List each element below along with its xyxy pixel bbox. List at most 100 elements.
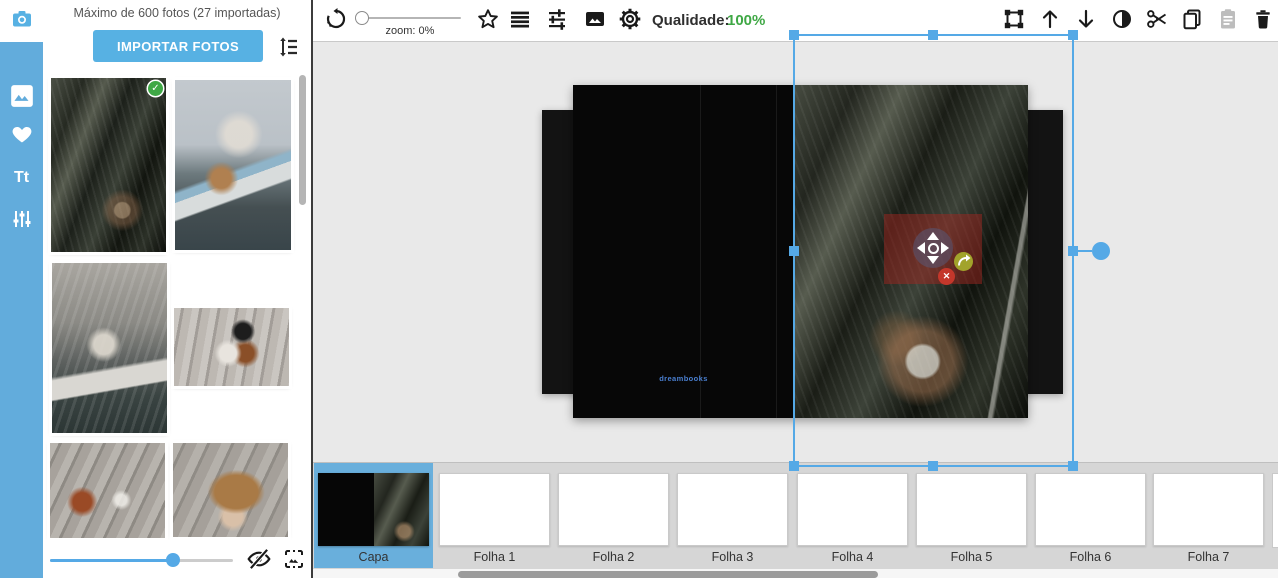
camera-logo-tile[interactable] xyxy=(0,0,43,42)
rotation-handle[interactable] xyxy=(1092,242,1110,260)
rotate-canvas-button[interactable] xyxy=(324,7,348,31)
selection-handle-mid-left[interactable] xyxy=(789,246,799,256)
page-tab-folha-2[interactable]: Folha 2 xyxy=(554,463,673,568)
photo-thumbnail-6[interactable] xyxy=(173,443,288,537)
move-up-arrow[interactable] xyxy=(927,232,939,240)
tune-options-button[interactable] xyxy=(545,7,569,31)
selection-handle-mid-right[interactable] xyxy=(1068,246,1078,256)
move-down-button[interactable] xyxy=(1074,7,1098,31)
sort-photos-button[interactable] xyxy=(277,35,301,59)
page-label: Folha 5 xyxy=(912,550,1031,564)
pages-filmstrip: Capa Folha 1 Folha 2 Folha 3 Folha 4 Fol… xyxy=(313,462,1278,578)
zoom-slider-knob[interactable] xyxy=(355,11,369,25)
quality-value: 100% xyxy=(727,0,765,41)
page-thumbnail xyxy=(439,473,550,546)
sidebar-item-layouts[interactable] xyxy=(0,204,43,238)
eye-off-icon xyxy=(246,559,272,576)
panel-divider xyxy=(311,0,313,578)
photo-thumbnail-3[interactable] xyxy=(52,263,167,433)
page-thumbnail xyxy=(916,473,1027,546)
move-down-arrow[interactable] xyxy=(927,256,939,264)
fold-guide xyxy=(700,85,701,418)
selection-handle-top-mid[interactable] xyxy=(928,30,938,40)
delete-button[interactable] xyxy=(1251,7,1275,31)
page-tab-folha-7[interactable]: Folha 7 xyxy=(1149,463,1268,568)
selection-handle-top-right[interactable] xyxy=(1068,30,1078,40)
page-label: Folha 4 xyxy=(793,550,912,564)
photos-panel: Máximo de 600 fotos (27 importadas) IMPO… xyxy=(43,0,311,578)
move-pad-control[interactable] xyxy=(913,228,953,268)
page-label: Folha 2 xyxy=(554,550,673,564)
zoom-level-label: zoom: 0% xyxy=(358,25,462,37)
page-label: Folha 3 xyxy=(673,550,792,564)
tool-rail: Tt xyxy=(0,42,43,578)
settings-gear-button[interactable] xyxy=(618,7,642,31)
page-tab-folha-5[interactable]: Folha 5 xyxy=(912,463,1031,568)
page-tab-folha-6[interactable]: Folha 6 xyxy=(1031,463,1150,568)
camera-icon xyxy=(10,7,34,36)
photo-thumbnail-1[interactable]: ✓ xyxy=(51,78,166,252)
sort-list-icon xyxy=(277,46,301,63)
move-left-arrow[interactable] xyxy=(917,242,925,254)
sidebar-item-photos[interactable] xyxy=(0,81,43,115)
thumbnail-size-slider-fill xyxy=(50,559,173,562)
thumbnail-size-slider-knob[interactable] xyxy=(166,553,180,567)
selection-handle-bottom-left[interactable] xyxy=(789,461,799,471)
page-label: Folha 7 xyxy=(1149,550,1268,564)
spine-guide xyxy=(776,85,777,418)
back-cover-page[interactable]: dreambooks xyxy=(573,85,794,418)
hide-used-photos-button[interactable] xyxy=(246,546,272,572)
page-label: Capa xyxy=(314,550,433,564)
selection-handle-bottom-right[interactable] xyxy=(1068,461,1078,471)
photos-panel-footer xyxy=(43,540,311,578)
page-tab-folha-3[interactable]: Folha 3 xyxy=(673,463,792,568)
copy-button[interactable] xyxy=(1180,7,1204,31)
page-thumbnail xyxy=(797,473,908,546)
contrast-button[interactable] xyxy=(1110,7,1134,31)
transform-button[interactable] xyxy=(1002,7,1026,31)
page-tab-partial[interactable] xyxy=(1272,473,1278,548)
photo-thumbnail-5[interactable] xyxy=(50,443,165,538)
background-image-button[interactable] xyxy=(583,7,607,31)
cut-button[interactable] xyxy=(1145,7,1169,31)
filmstrip-scrollbar-thumb[interactable] xyxy=(458,571,878,578)
page-thumbnail xyxy=(677,473,788,546)
photo-thumbnail-2[interactable] xyxy=(175,80,291,250)
move-right-arrow[interactable] xyxy=(941,242,949,254)
photo-rotate-badge[interactable] xyxy=(954,252,973,271)
sidebar-item-favorites[interactable] xyxy=(0,119,43,153)
photo-count-status: Máximo de 600 fotos (27 importadas) xyxy=(43,6,311,20)
zoom-slider-track[interactable] xyxy=(358,17,461,19)
text-tool-icon: Tt xyxy=(14,169,29,187)
layouts-menu-button[interactable] xyxy=(508,7,532,31)
quality-label: Qualidade: xyxy=(652,0,730,41)
page-thumbnail xyxy=(558,473,669,546)
page-thumbnail xyxy=(1153,473,1264,546)
page-tab-folha-1[interactable]: Folha 1 xyxy=(435,463,554,568)
page-thumbnail xyxy=(1035,473,1146,546)
framed-image-icon xyxy=(282,558,306,575)
autofill-photo-button[interactable] xyxy=(282,547,308,573)
move-up-button[interactable] xyxy=(1038,7,1062,31)
selection-handle-top-left[interactable] xyxy=(789,30,799,40)
heart-icon xyxy=(10,122,34,151)
photo-used-check-icon: ✓ xyxy=(148,81,163,96)
page-tab-folha-4[interactable]: Folha 4 xyxy=(793,463,912,568)
photo-delete-badge[interactable]: ✕ xyxy=(938,268,955,285)
selection-handle-bottom-mid[interactable] xyxy=(928,461,938,471)
page-label: Folha 1 xyxy=(435,550,554,564)
brand-logo-text: dreambooks xyxy=(573,374,794,383)
page-label: Folha 6 xyxy=(1031,550,1150,564)
favorite-star-button[interactable] xyxy=(476,7,500,31)
photo-thumbnail-4[interactable] xyxy=(174,308,289,386)
page-thumbnail xyxy=(318,473,429,546)
photos-icon xyxy=(9,83,35,114)
layout-sliders-icon xyxy=(10,207,34,236)
paste-button-disabled[interactable] xyxy=(1216,7,1240,31)
sidebar-item-text[interactable]: Tt xyxy=(0,161,43,195)
page-tab-capa[interactable]: Capa xyxy=(314,463,433,568)
photobook-editor-window: Tt Máximo de 600 fotos (27 importadas) I… xyxy=(0,0,1278,578)
import-photos-button[interactable]: IMPORTAR FOTOS xyxy=(93,30,263,62)
move-center-ring[interactable] xyxy=(928,243,939,254)
photos-scrollbar[interactable] xyxy=(299,75,306,205)
